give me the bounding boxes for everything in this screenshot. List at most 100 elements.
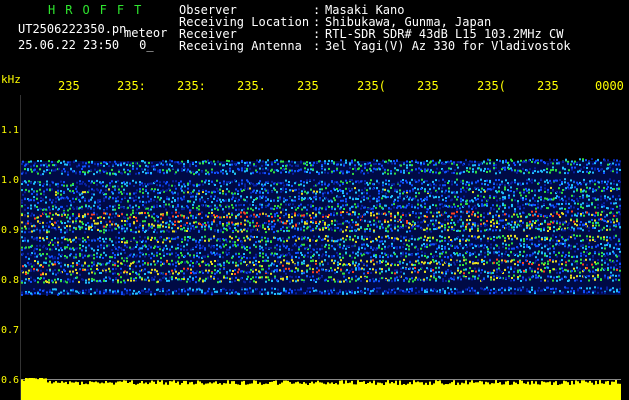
waterfall-pixel — [214, 253, 216, 256]
waterfall-pixel — [459, 275, 461, 278]
waterfall-pixel — [82, 291, 84, 294]
waterfall-pixel — [183, 223, 185, 226]
waterfall-pixel — [312, 268, 314, 271]
waterfall-pixel — [55, 191, 57, 194]
waterfall-pixel — [127, 217, 129, 220]
waterfall-pixel — [103, 231, 105, 234]
waterfall-pixel — [262, 168, 264, 171]
waterfall-pixel — [451, 162, 453, 165]
waterfall-pixel — [432, 159, 434, 162]
x-tick-label: 235: — [117, 79, 146, 93]
waterfall-pixel — [181, 238, 183, 241]
waterfall-pixel — [148, 279, 150, 282]
waterfall-pixel — [21, 291, 23, 294]
waterfall-pixel — [135, 277, 137, 279]
waterfall-pixel — [90, 226, 92, 229]
waterfall-pixel — [297, 222, 299, 225]
waterfall-pixel — [57, 189, 59, 192]
waterfall-pixel — [288, 171, 290, 174]
waterfall-pixel — [148, 200, 150, 203]
waterfall-pixel — [462, 186, 464, 189]
waterfall-pixel — [34, 237, 36, 240]
waterfall-pixel — [150, 225, 152, 228]
waterfall-pixel — [106, 223, 108, 226]
waterfall-pixel — [466, 169, 468, 172]
waterfall-pixel — [357, 286, 359, 289]
waterfall-pixel — [85, 281, 87, 284]
waterfall-pixel — [210, 227, 212, 230]
waterfall-pixel — [150, 172, 152, 174]
waterfall-pixel — [238, 268, 240, 271]
waterfall-pixel — [471, 199, 473, 202]
waterfall-pixel — [433, 228, 435, 231]
waterfall-pixel — [67, 209, 69, 212]
waterfall-pixel — [94, 201, 96, 204]
waterfall-pixel — [349, 235, 351, 238]
waterfall-pixel — [265, 240, 267, 243]
waterfall-pixel — [393, 160, 395, 162]
waterfall-pixel — [445, 189, 447, 192]
waterfall-pixel — [144, 182, 146, 185]
waterfall-pixel — [307, 168, 309, 171]
waterfall-pixel — [168, 187, 170, 190]
waterfall-pixel — [276, 244, 278, 247]
waterfall-pixel — [454, 292, 456, 295]
waterfall-pixel — [279, 221, 281, 224]
waterfall-pixel — [400, 221, 402, 223]
waterfall-pixel — [46, 188, 48, 191]
waterfall-pixel — [246, 288, 248, 291]
waterfall-pixel — [195, 216, 197, 219]
waterfall-pixel — [285, 208, 287, 211]
waterfall-pixel — [132, 268, 134, 271]
waterfall-pixel — [228, 198, 230, 201]
waterfall-pixel — [63, 289, 65, 292]
waterfall-pixel — [178, 278, 180, 281]
waterfall-pixel — [183, 207, 185, 210]
waterfall-pixel — [102, 263, 104, 266]
waterfall-pixel — [148, 227, 150, 230]
waterfall-pixel — [46, 180, 48, 183]
waterfall-pixel — [202, 183, 204, 186]
waterfall-pixel — [331, 161, 333, 164]
waterfall-pixel — [106, 172, 108, 175]
waterfall-pixel — [231, 160, 233, 163]
waterfall-pixel — [178, 211, 180, 214]
waterfall-pixel — [321, 207, 323, 210]
waterfall-pixel — [208, 287, 210, 290]
waterfall-pixel — [349, 190, 351, 192]
waterfall-pixel — [255, 263, 257, 266]
waterfall-pixel — [58, 227, 60, 230]
waterfall-pixel — [444, 224, 446, 226]
waterfall-pixel — [166, 197, 168, 200]
waterfall-pixel — [366, 264, 368, 267]
waterfall-pixel — [468, 205, 470, 208]
waterfall-pixel — [82, 161, 84, 164]
waterfall-pixel — [406, 288, 408, 291]
waterfall-pixel — [250, 196, 252, 199]
waterfall-pixel — [358, 213, 360, 216]
waterfall-pixel — [462, 182, 464, 185]
waterfall-pixel — [435, 171, 437, 174]
waterfall-pixel — [126, 289, 128, 292]
waterfall-pixel — [358, 228, 360, 231]
waterfall-pixel — [327, 162, 329, 165]
waterfall-pixel — [453, 171, 455, 174]
waterfall-pixel — [126, 181, 128, 184]
waterfall-pixel — [99, 236, 101, 239]
waterfall-pixel — [229, 280, 231, 283]
waterfall-pixel — [55, 247, 57, 250]
waterfall-pixel — [225, 199, 227, 202]
waterfall-pixel — [93, 173, 95, 176]
waterfall-pixel — [123, 279, 125, 282]
waterfall-pixel — [46, 293, 48, 296]
waterfall-pixel — [36, 248, 38, 251]
waterfall-pixel — [277, 260, 279, 263]
waterfall-pixel — [304, 254, 306, 257]
waterfall-pixel — [360, 164, 362, 167]
waterfall-pixel — [277, 230, 279, 233]
waterfall-pixel — [354, 291, 356, 294]
waterfall-pixel — [381, 236, 383, 239]
waterfall-pixel — [411, 160, 413, 163]
waterfall-pixel — [84, 182, 86, 185]
waterfall-pixel — [408, 198, 410, 201]
